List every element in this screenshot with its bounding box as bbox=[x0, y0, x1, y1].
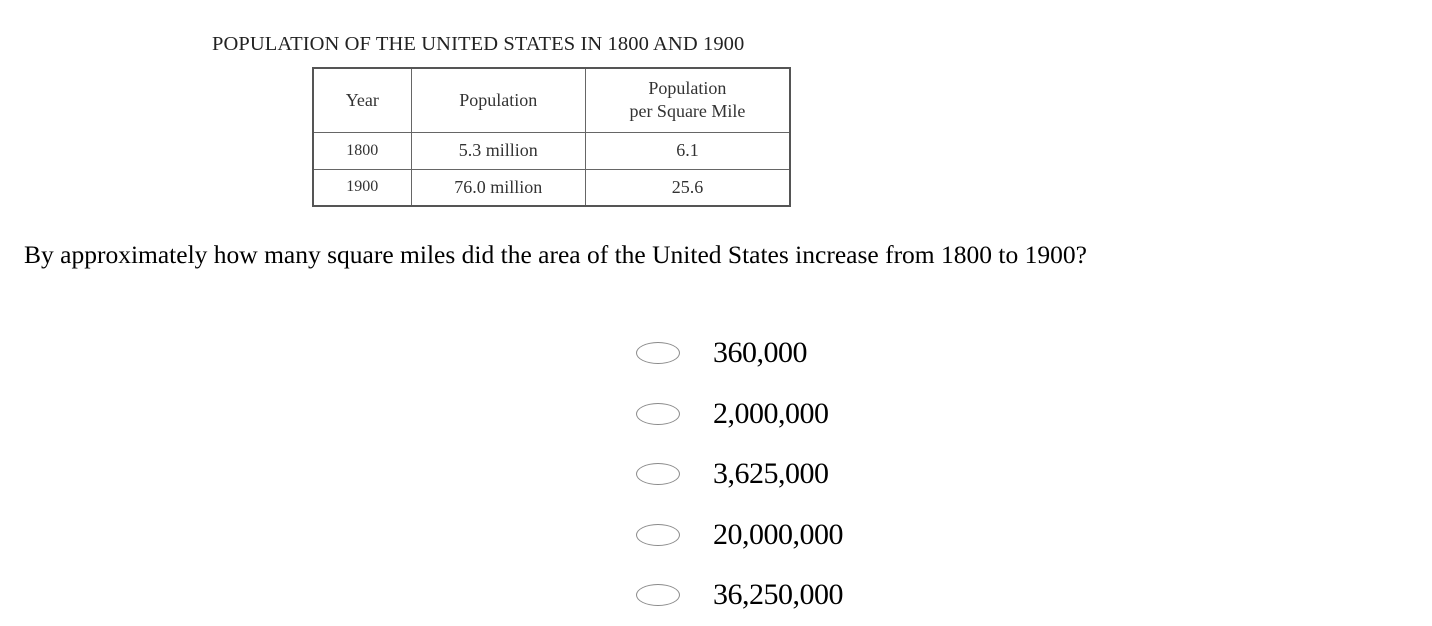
answer-choice-label: 360,000 bbox=[713, 336, 808, 370]
header-population: Population bbox=[410, 67, 586, 133]
answer-choice-label: 2,000,000 bbox=[713, 396, 829, 430]
cell-year: 1800 bbox=[312, 131, 412, 170]
question-text: By approximately how many square miles d… bbox=[24, 240, 1087, 269]
radio-button-icon[interactable] bbox=[636, 584, 680, 607]
answer-choice-label: 3,625,000 bbox=[713, 457, 829, 491]
header-density-line-1: Population bbox=[648, 78, 727, 99]
table-row: 1800 5.3 million 6.1 bbox=[312, 131, 791, 170]
answer-choice[interactable]: 36,250,000 bbox=[636, 565, 844, 626]
header-density-line-2: per Square Mile bbox=[629, 101, 746, 122]
answer-choices: 360,000 2,000,000 3,625,000 20,000,000 3… bbox=[636, 323, 844, 626]
answer-choice-label: 20,000,000 bbox=[713, 517, 844, 551]
answer-choice[interactable]: 2,000,000 bbox=[636, 384, 843, 445]
cell-population: 76.0 million bbox=[410, 168, 586, 207]
radio-button-icon[interactable] bbox=[636, 342, 680, 365]
cell-density: 6.1 bbox=[584, 131, 791, 170]
table-title: POPULATION OF THE UNITED STATES IN 1800 … bbox=[212, 33, 745, 55]
header-population-per-square-mile: Population per Square Mile bbox=[584, 67, 791, 133]
header-year: Year bbox=[312, 67, 412, 133]
answer-choice[interactable]: 20,000,000 bbox=[636, 505, 844, 566]
cell-year: 1900 bbox=[312, 168, 412, 207]
table-row: 1900 76.0 million 25.6 bbox=[312, 168, 791, 207]
radio-button-icon[interactable] bbox=[636, 402, 680, 425]
cell-density: 25.6 bbox=[584, 168, 791, 207]
radio-button-icon[interactable] bbox=[636, 463, 680, 486]
population-table: Year Population Population per Square Mi… bbox=[312, 67, 791, 207]
answer-choice[interactable]: 360,000 bbox=[636, 323, 843, 384]
cell-population: 5.3 million bbox=[410, 131, 586, 170]
answer-choice[interactable]: 3,625,000 bbox=[636, 444, 843, 505]
radio-button-icon[interactable] bbox=[636, 523, 680, 546]
table-header-row: Year Population Population per Square Mi… bbox=[312, 67, 791, 133]
